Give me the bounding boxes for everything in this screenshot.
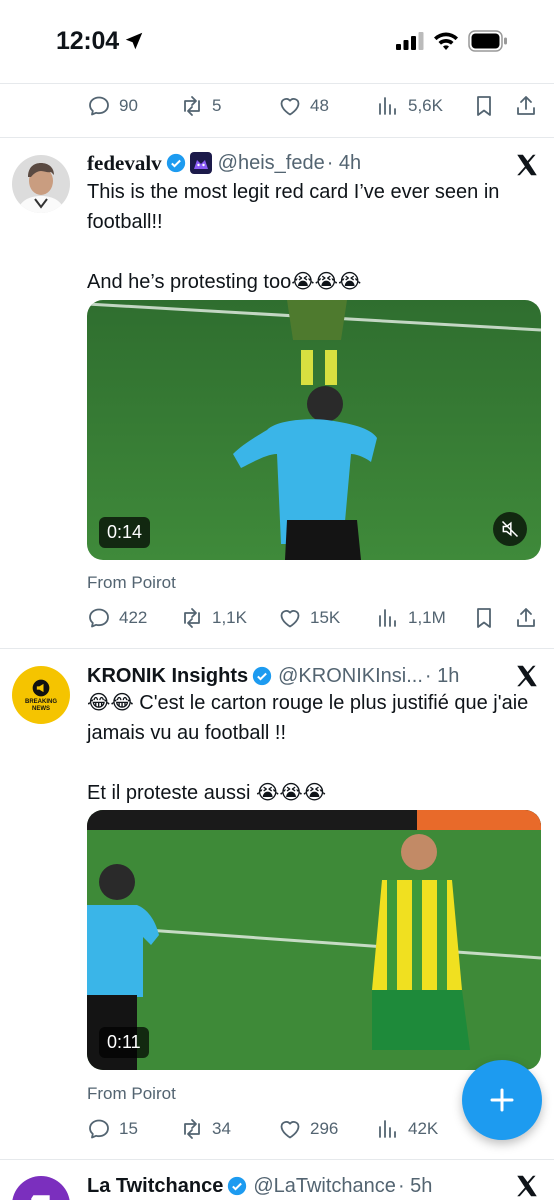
author-name[interactable]: La Twitchance bbox=[87, 1175, 223, 1198]
x-logo-icon[interactable] bbox=[514, 1173, 540, 1199]
video-duration: 0:11 bbox=[99, 1027, 149, 1058]
share-icon bbox=[517, 96, 535, 115]
author-handle[interactable]: @KRONIKInsi... bbox=[278, 665, 423, 688]
bookmark-icon bbox=[477, 608, 491, 628]
reply-count: 422 bbox=[119, 608, 148, 627]
repost-button[interactable]: 1,1K bbox=[180, 598, 247, 638]
x-logo-icon[interactable] bbox=[514, 152, 540, 178]
video-player[interactable]: 0:14 bbox=[87, 300, 541, 560]
share-icon bbox=[517, 608, 535, 627]
reply-button[interactable]: 90 bbox=[87, 86, 138, 126]
twitch-icon bbox=[31, 1195, 50, 1200]
divider bbox=[0, 137, 554, 138]
avatar[interactable] bbox=[12, 155, 70, 213]
tweet-time: · 1h bbox=[424, 664, 460, 687]
tweet-actions: 422 1,1K 15K 1,1M bbox=[0, 598, 554, 638]
views-icon bbox=[379, 97, 396, 115]
reply-button[interactable]: 422 bbox=[87, 598, 147, 638]
views-count: 1,1M bbox=[408, 608, 446, 627]
reply-icon bbox=[89, 96, 109, 116]
verified-icon bbox=[252, 666, 272, 686]
like-count: 15K bbox=[310, 608, 341, 627]
tweet-time: · 4h bbox=[326, 151, 362, 174]
author-handle[interactable]: @LaTwitchance bbox=[253, 1175, 396, 1198]
like-icon bbox=[280, 1121, 300, 1139]
share-button[interactable] bbox=[514, 598, 538, 638]
author-handle[interactable]: @heis_fede bbox=[218, 152, 325, 175]
reply-icon bbox=[89, 1119, 109, 1139]
tweet-text-line: Et il proteste aussi 😭😭😭 bbox=[87, 782, 327, 804]
verified-icon bbox=[166, 153, 185, 173]
like-icon bbox=[280, 98, 300, 116]
video-duration: 0:14 bbox=[99, 517, 151, 548]
share-button[interactable] bbox=[514, 86, 538, 126]
megaphone-icon bbox=[32, 679, 50, 696]
tweet-header: La Twitchance @LaTwitchance · 5h bbox=[87, 1171, 432, 1200]
prev-tweet-actions: 90 5 48 5,6K bbox=[0, 86, 554, 126]
tweet-time: · 5h bbox=[397, 1174, 433, 1197]
status-time: 12:04 bbox=[56, 27, 119, 55]
repost-count: 1,1K bbox=[212, 608, 247, 627]
status-bar: 12:04 bbox=[0, 0, 554, 84]
repost-icon bbox=[184, 96, 200, 116]
tweet-text-line: This is the most legit red card I’ve eve… bbox=[87, 181, 500, 233]
author-name[interactable]: fedevalv bbox=[87, 151, 162, 176]
tweet-header: fedevalv @heis_fede · 4h bbox=[87, 148, 361, 178]
repost-count: 34 bbox=[212, 1119, 231, 1138]
like-button[interactable]: 296 bbox=[278, 1109, 338, 1149]
views-button[interactable]: 1,1M bbox=[376, 598, 446, 638]
tweet-text-line: And he’s protesting too😭😭😭 bbox=[87, 271, 362, 293]
views-icon bbox=[379, 609, 396, 627]
repost-count: 5 bbox=[212, 96, 222, 115]
signal-icon bbox=[396, 32, 424, 50]
views-button[interactable]: 5,6K bbox=[376, 86, 443, 126]
mute-button[interactable] bbox=[493, 512, 527, 546]
like-button[interactable]: 15K bbox=[278, 598, 340, 638]
bookmark-button[interactable] bbox=[472, 86, 496, 126]
repost-button[interactable]: 34 bbox=[180, 1109, 231, 1149]
views-count: 42K bbox=[408, 1119, 439, 1138]
reply-count: 15 bbox=[119, 1119, 138, 1138]
tweet-text: 😂😂 C'est le carton rouge le plus justifi… bbox=[87, 688, 537, 808]
avatar-text: BREAKING NEWS bbox=[24, 698, 57, 712]
tweet-header: KRONIK Insights @KRONIKInsi... · 1h bbox=[87, 661, 459, 691]
location-arrow-icon bbox=[125, 32, 143, 50]
tweet-text-line: 😂😂 C'est le carton rouge le plus justifi… bbox=[87, 692, 529, 744]
bookmark-icon bbox=[477, 96, 491, 116]
views-button[interactable]: 42K bbox=[376, 1109, 438, 1149]
bookmark-button[interactable] bbox=[472, 598, 496, 638]
repost-button[interactable]: 5 bbox=[180, 86, 221, 126]
wifi-icon bbox=[434, 32, 458, 50]
divider bbox=[0, 648, 554, 649]
compose-button[interactable] bbox=[462, 1060, 542, 1140]
x-logo-icon[interactable] bbox=[514, 663, 540, 689]
divider bbox=[0, 1159, 554, 1160]
avatar[interactable] bbox=[12, 1176, 70, 1200]
like-icon bbox=[280, 610, 300, 628]
tweet-text: This is the most legit red card I’ve eve… bbox=[87, 177, 537, 297]
source-label[interactable]: From Poirot bbox=[87, 573, 176, 593]
repost-icon bbox=[184, 608, 200, 628]
like-count: 296 bbox=[310, 1119, 339, 1138]
mute-icon bbox=[501, 520, 519, 538]
repost-icon bbox=[184, 1119, 200, 1139]
reply-icon bbox=[89, 608, 109, 628]
like-button[interactable]: 48 bbox=[278, 86, 329, 126]
affiliate-badge-icon bbox=[189, 152, 212, 174]
like-count: 48 bbox=[310, 96, 329, 115]
battery-icon bbox=[468, 30, 507, 52]
views-count: 5,6K bbox=[408, 96, 443, 115]
video-thumbnail bbox=[87, 810, 541, 1070]
reply-count: 90 bbox=[119, 96, 138, 115]
compose-icon bbox=[490, 1088, 514, 1112]
avatar[interactable]: BREAKING NEWS bbox=[12, 666, 70, 724]
video-thumbnail bbox=[87, 300, 541, 560]
verified-icon bbox=[228, 1176, 247, 1196]
views-icon bbox=[379, 1120, 396, 1138]
author-name[interactable]: KRONIK Insights bbox=[87, 665, 248, 688]
source-label[interactable]: From Poirot bbox=[87, 1084, 176, 1104]
reply-button[interactable]: 15 bbox=[87, 1109, 138, 1149]
video-player[interactable]: 0:11 bbox=[87, 810, 541, 1070]
